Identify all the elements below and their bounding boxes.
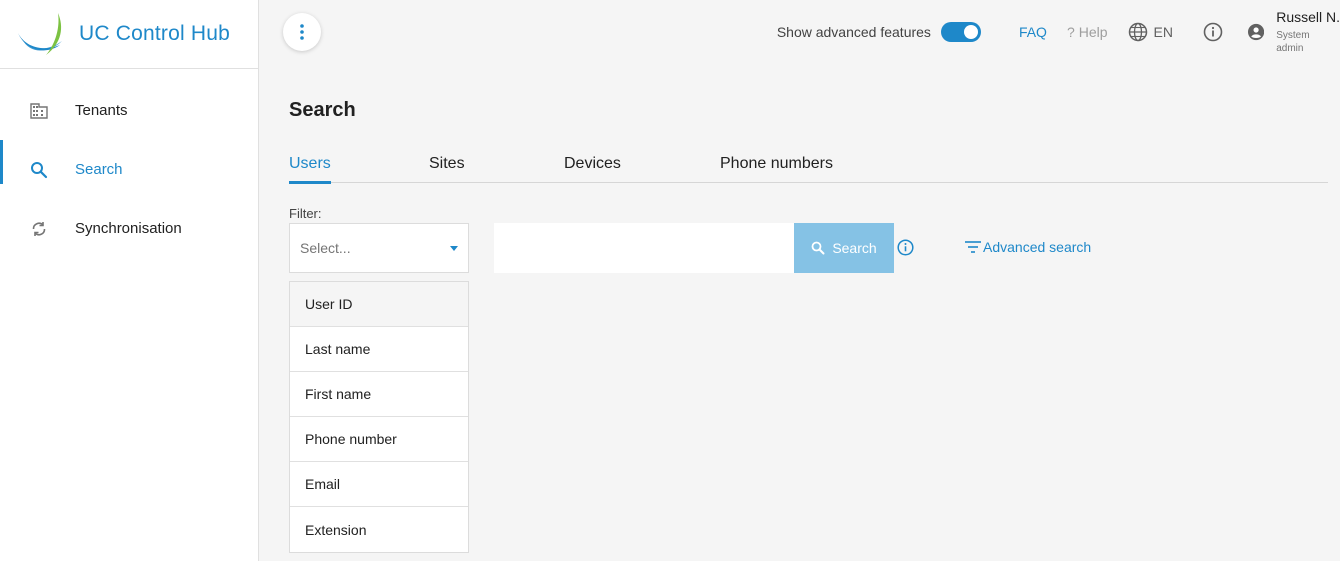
user-info: Russell N. System admin xyxy=(1276,10,1340,55)
filter-option-user-id[interactable]: User ID xyxy=(290,282,468,327)
sidebar-item-tenants[interactable]: Tenants xyxy=(0,81,258,140)
language-code: EN xyxy=(1153,24,1173,40)
caret-down-icon xyxy=(450,246,458,251)
user-menu[interactable]: Russell N. System admin xyxy=(1248,10,1340,55)
advanced-features-label: Show advanced features xyxy=(776,24,931,40)
filter-options-list: User ID Last name First name Phone numbe… xyxy=(289,281,469,553)
brand-logo-icon xyxy=(18,13,62,55)
filter-option-extension[interactable]: Extension xyxy=(290,507,468,552)
question-mark-icon: ? xyxy=(1066,24,1075,40)
filter-select-placeholder: Select... xyxy=(300,240,351,256)
more-vertical-icon xyxy=(300,24,304,40)
sidebar: UC Control Hub Tenants Search Synchronis… xyxy=(0,0,259,561)
globe-icon xyxy=(1128,22,1147,42)
user-role: System admin xyxy=(1276,29,1310,54)
sidebar-item-label: Synchronisation xyxy=(75,220,182,237)
sidebar-item-search[interactable]: Search xyxy=(0,140,258,199)
filter-option-phone-number[interactable]: Phone number xyxy=(290,417,468,462)
search-input[interactable] xyxy=(494,223,794,273)
filter-option-email[interactable]: Email xyxy=(290,462,468,507)
account-circle-icon xyxy=(1248,23,1265,41)
search-info-button[interactable] xyxy=(897,239,914,256)
language-selector[interactable]: EN xyxy=(1128,22,1173,42)
brand-title: UC Control Hub xyxy=(79,22,231,45)
filter-list-icon xyxy=(964,240,982,254)
tab-devices[interactable]: Devices xyxy=(564,152,621,183)
sidebar-item-synchronisation[interactable]: Synchronisation xyxy=(0,199,258,258)
user-name: Russell N. xyxy=(1276,8,1340,25)
advanced-search-link[interactable]: Advanced search xyxy=(964,239,1091,255)
filter-option-last-name[interactable]: Last name xyxy=(290,327,468,372)
search-icon xyxy=(811,241,825,255)
info-button[interactable] xyxy=(1203,22,1223,42)
search-icon xyxy=(28,159,50,181)
page-title: Search xyxy=(289,99,356,121)
more-menu-button[interactable] xyxy=(283,13,321,51)
topbar: Show advanced features FAQ ? Help EN Rus… xyxy=(259,0,1340,69)
help-link[interactable]: ? Help xyxy=(1067,24,1108,40)
topbar-actions: Show advanced features FAQ ? Help EN Rus… xyxy=(777,0,1340,64)
info-icon xyxy=(1203,22,1223,42)
filter-label: Filter: xyxy=(289,206,322,221)
faq-link[interactable]: FAQ xyxy=(1019,24,1047,40)
sidebar-item-label: Tenants xyxy=(75,102,128,119)
help-label: Help xyxy=(1078,24,1108,40)
search-button-label: Search xyxy=(832,240,877,256)
info-icon xyxy=(897,239,914,256)
filter-select[interactable]: Select... xyxy=(289,223,469,273)
tab-sites[interactable]: Sites xyxy=(429,152,465,183)
app-root: UC Control Hub Tenants Search Synchronis… xyxy=(0,0,1340,561)
main-content: Show advanced features FAQ ? Help EN Rus… xyxy=(259,0,1340,561)
brand[interactable]: UC Control Hub xyxy=(0,0,258,69)
search-button[interactable]: Search xyxy=(794,223,894,273)
search-tabs: Users Sites Devices Phone numbers xyxy=(289,152,1328,184)
sidebar-nav: Tenants Search Synchronisation xyxy=(0,69,258,258)
advanced-search-label: Advanced search xyxy=(983,239,1092,255)
building-icon xyxy=(28,100,50,122)
toggle-knob xyxy=(963,25,978,39)
filter-option-first-name[interactable]: First name xyxy=(290,372,468,417)
tab-phone-numbers[interactable]: Phone numbers xyxy=(720,152,833,183)
sidebar-item-label: Search xyxy=(75,161,123,178)
sync-icon xyxy=(28,218,50,240)
tab-users[interactable]: Users xyxy=(289,152,331,184)
advanced-features-toggle[interactable] xyxy=(940,22,981,42)
